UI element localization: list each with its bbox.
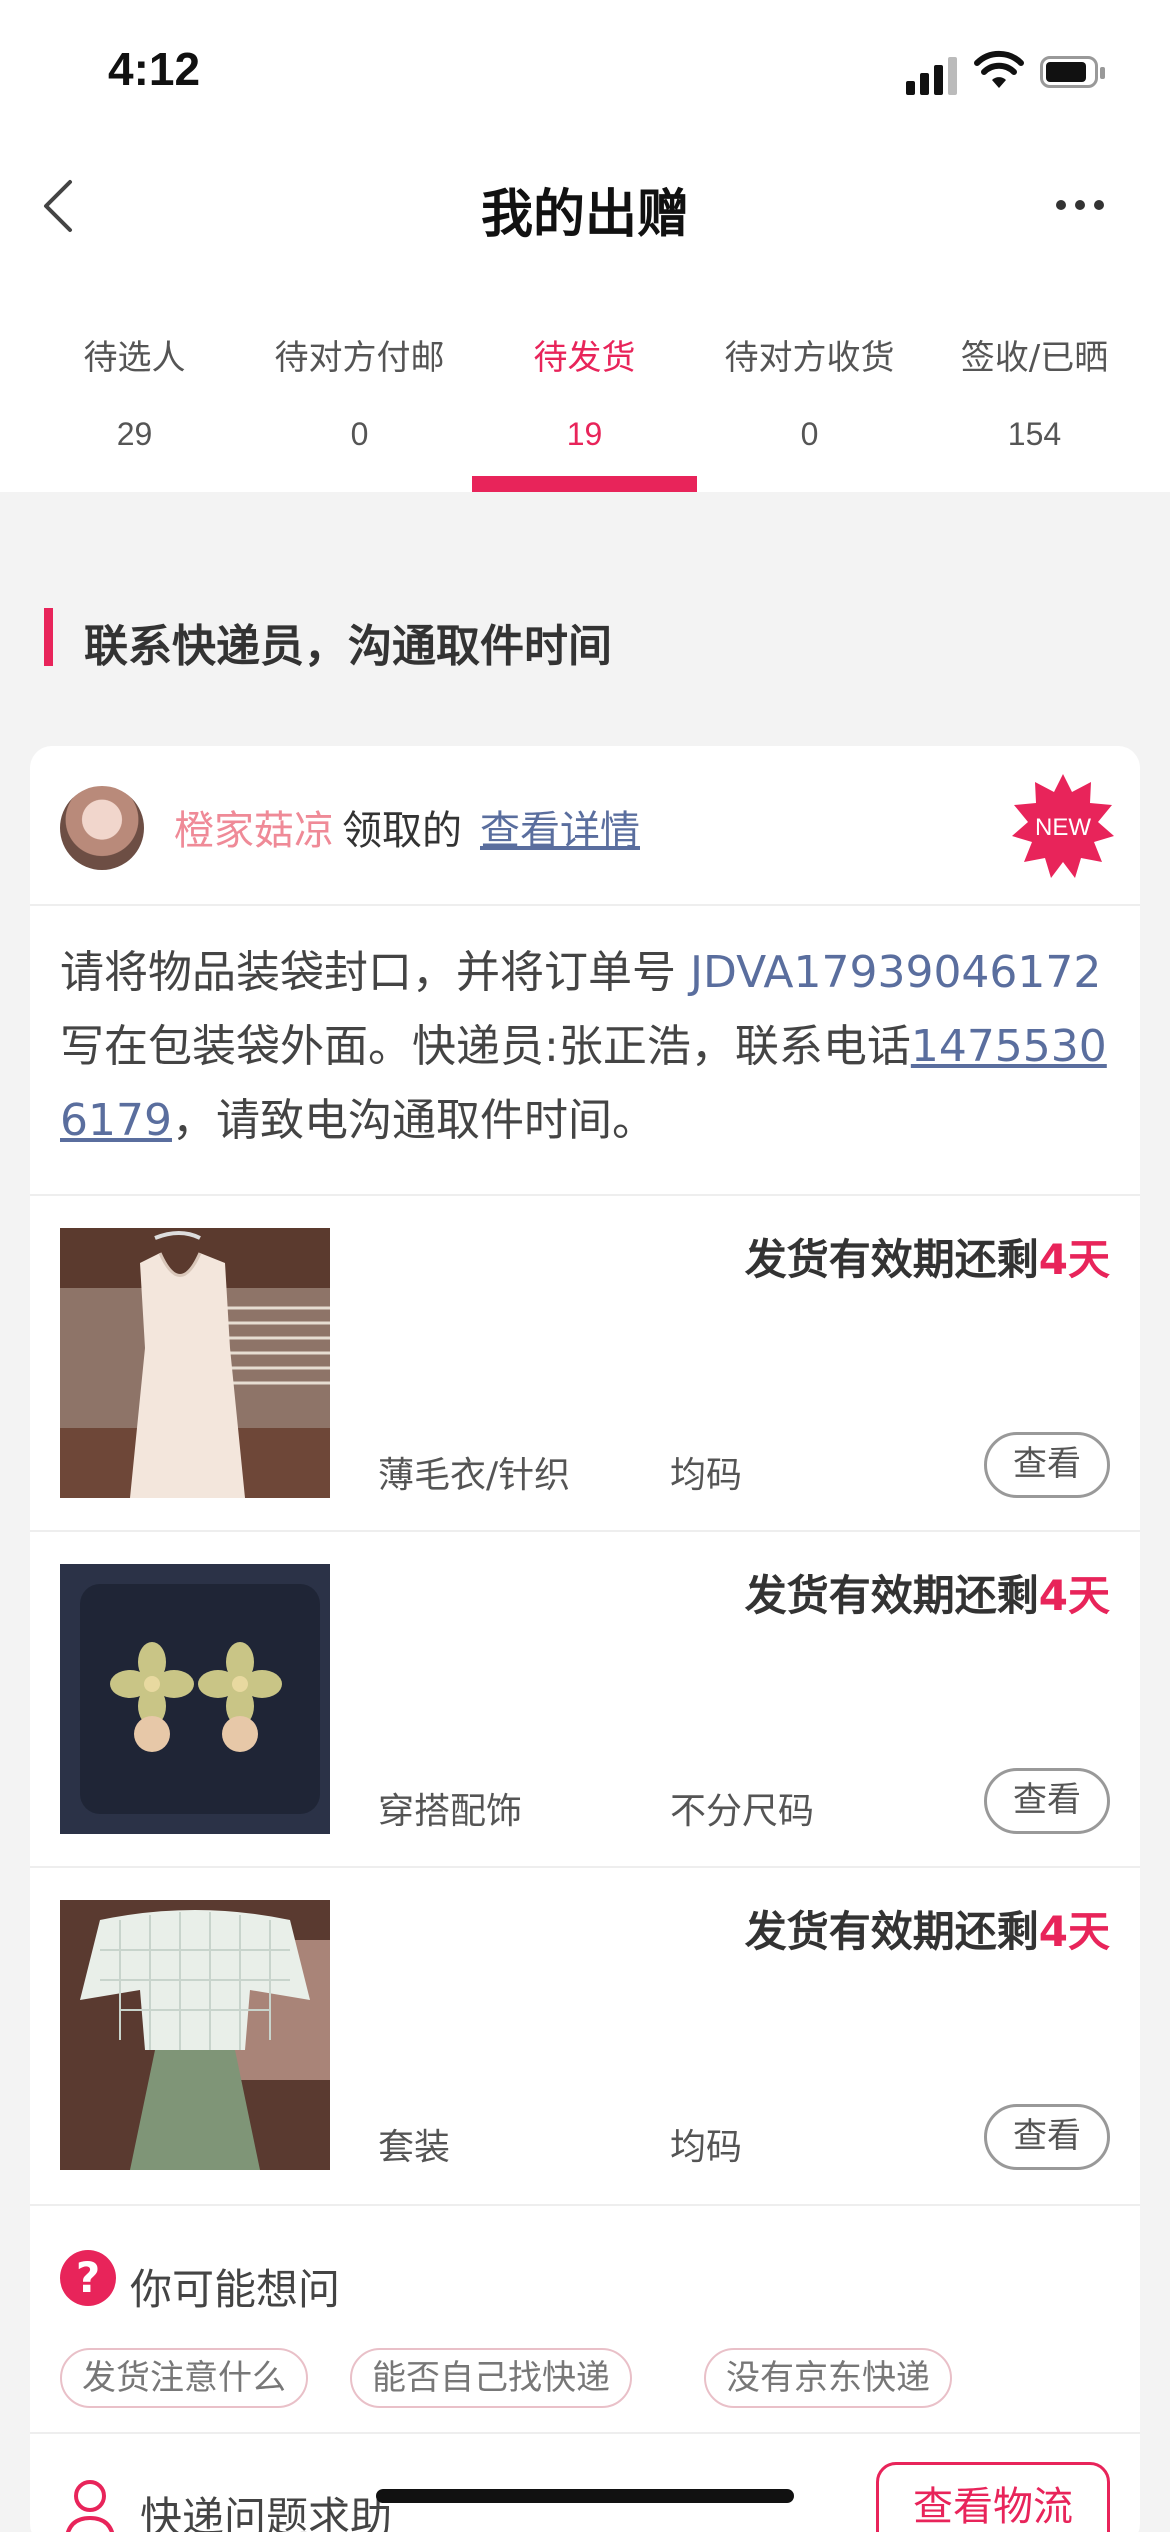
shipping-deadline: 发货有效期还剩4天 xyxy=(744,1907,1110,1956)
tab-count: 154 xyxy=(1007,416,1062,452)
status-time: 4:12 xyxy=(108,43,201,95)
cellular-signal-icon xyxy=(906,55,958,95)
battery-icon xyxy=(1040,56,1105,88)
view-logistics-button[interactable]: 查看物流 xyxy=(876,2462,1110,2532)
tab-count: 0 xyxy=(350,416,369,452)
days-remaining: 4天 xyxy=(1038,1907,1110,1956)
tab-label: 待发货 xyxy=(533,338,636,378)
item-photo-earrings[interactable] xyxy=(60,1564,330,1834)
more-options-icon[interactable] xyxy=(1050,200,1110,214)
new-badge-icon: NEW xyxy=(1012,774,1114,878)
item-photo-outfit-set[interactable] xyxy=(60,1900,330,2170)
gift-item: 发货有效期还剩4天 套装 均码 查看 xyxy=(30,1866,1140,2202)
avatar[interactable] xyxy=(60,786,144,870)
status-tabs: 待选人 29 待对方付邮 0 待发货 19 待对方收货 0 签收/已晒 154 xyxy=(0,280,1170,492)
faq-section: ? 你可能想问 发货注意什么 能否自己找快递 没有京东快递 xyxy=(30,2204,1140,2432)
faq-chip[interactable]: 发货注意什么 xyxy=(60,2348,308,2408)
active-tab-indicator xyxy=(472,476,697,492)
order-number: JDVA17939046172 xyxy=(690,947,1102,998)
view-item-button[interactable]: 查看 xyxy=(984,1768,1110,1834)
item-category: 薄毛衣/针织 xyxy=(378,1455,571,1496)
item-photo-knit-top[interactable] xyxy=(60,1228,330,1498)
item-category: 套装 xyxy=(378,2127,451,2168)
gift-item: 发货有效期还剩4天 薄毛衣/针织 均码 查看 xyxy=(30,1194,1140,1530)
item-size: 均码 xyxy=(670,1455,743,1496)
item-size: 均码 xyxy=(670,2127,743,2168)
shipping-deadline: 发货有效期还剩4天 xyxy=(744,1571,1110,1620)
courier-help-row: 快递问题求助 查看物流 xyxy=(30,2432,1140,2532)
days-remaining: 4天 xyxy=(1038,1235,1110,1284)
claimer-name[interactable]: 橙家菇凉 xyxy=(174,798,334,856)
tab-count: 19 xyxy=(566,416,603,452)
tab-pending-receipt[interactable]: 待对方收货 0 xyxy=(697,280,922,492)
wifi-icon xyxy=(974,50,1024,88)
courier-help-label[interactable]: 快递问题求助 xyxy=(140,2484,392,2532)
tab-count: 29 xyxy=(116,416,153,452)
status-bar: 4:12 xyxy=(0,0,1170,140)
days-remaining: 4天 xyxy=(1038,1571,1110,1620)
tab-pending-postage[interactable]: 待对方付邮 0 xyxy=(247,280,472,492)
claimed-text: 领取的 xyxy=(342,808,462,854)
tab-count: 0 xyxy=(800,416,819,452)
item-size: 不分尺码 xyxy=(670,1791,815,1832)
shipping-instructions: 请将物品装袋封口，并将订单号 JDVA17939046172 写在包装袋外面。快… xyxy=(60,947,1107,1146)
faq-title: 你可能想问 xyxy=(130,2265,341,2314)
tab-received[interactable]: 签收/已晒 154 xyxy=(922,280,1147,492)
tab-label: 待对方付邮 xyxy=(274,338,445,378)
section-title: 联系快递员，沟通取件时间 xyxy=(84,621,612,672)
tab-pending-shipment[interactable]: 待发货 19 xyxy=(472,280,697,492)
home-indicator[interactable] xyxy=(376,2489,794,2503)
order-card: 橙家菇凉 领取的 查看详情 NEW 请将物品装袋封口，并将订单号 JDVA179… xyxy=(30,746,1140,2532)
tab-label: 待对方收货 xyxy=(724,338,895,378)
tab-label: 待选人 xyxy=(83,338,186,378)
tab-label: 签收/已晒 xyxy=(960,338,1109,378)
page-title: 我的出赠 xyxy=(480,185,689,245)
tab-pending-selection[interactable]: 待选人 29 xyxy=(22,280,247,492)
faq-chip[interactable]: 能否自己找快递 xyxy=(350,2348,632,2408)
person-icon xyxy=(66,2480,114,2532)
question-icon: ? xyxy=(60,2250,116,2306)
new-badge-text: NEW xyxy=(1035,814,1091,841)
view-item-button[interactable]: 查看 xyxy=(984,2104,1110,2170)
item-category: 穿搭配饰 xyxy=(378,1791,523,1832)
nav-bar: 我的出赠 xyxy=(0,140,1170,280)
shipping-deadline: 发货有效期还剩4天 xyxy=(744,1235,1110,1284)
faq-chip[interactable]: 没有京东快递 xyxy=(704,2348,952,2408)
claimer-row: 橙家菇凉 领取的 查看详情 NEW xyxy=(30,746,1140,906)
view-item-button[interactable]: 查看 xyxy=(984,1432,1110,1498)
section-accent-bar xyxy=(44,608,53,666)
gift-item: 发货有效期还剩4天 穿搭配饰 不分尺码 查看 xyxy=(30,1530,1140,1866)
view-details-link[interactable]: 查看详情 xyxy=(480,798,640,856)
